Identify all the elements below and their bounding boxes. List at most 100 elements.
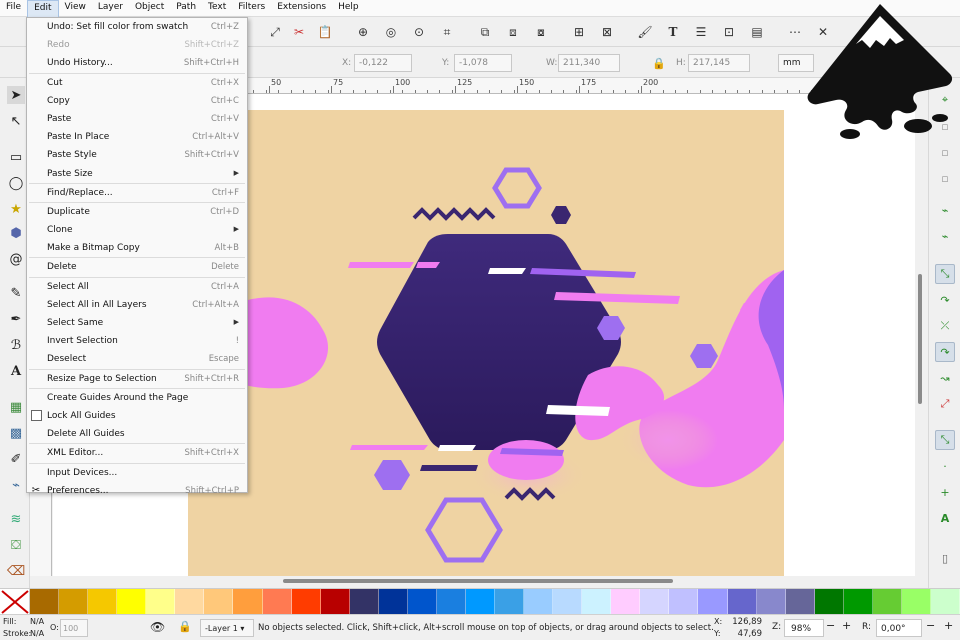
h-field[interactable]: 217,145 <box>688 54 750 72</box>
horizontal-scroll-thumb[interactable] <box>283 579 673 583</box>
snap-others-icon[interactable]: ⤡ <box>935 430 955 450</box>
menu-item-create-guides-around-the-page[interactable]: Create Guides Around the Page <box>27 389 247 407</box>
rotate-minus-icon[interactable]: − <box>926 619 935 632</box>
opacity-field[interactable]: 100 <box>60 619 88 637</box>
w-field[interactable]: 211,340 <box>558 54 620 72</box>
layer-lock-icon[interactable]: 🔒 <box>178 620 192 633</box>
zoom-field[interactable]: 98% <box>784 619 824 637</box>
snap-text-baseline-icon[interactable]: A <box>935 508 955 528</box>
menu-item-preferences[interactable]: ✂ Preferences... Shift+Ctrl+P <box>27 482 247 500</box>
pen-tool-icon[interactable]: ✒ <box>7 310 25 328</box>
rotation-field[interactable]: 0,00° <box>876 619 922 637</box>
color-swatch[interactable] <box>611 589 641 615</box>
ungroup-icon[interactable]: ⊠ <box>598 23 616 41</box>
color-swatch[interactable] <box>436 589 466 615</box>
mesh-tool-icon[interactable]: ▩ <box>7 424 25 442</box>
color-swatch[interactable] <box>291 589 321 615</box>
menu-item-delete-all-guides[interactable]: Delete All Guides <box>27 425 247 443</box>
color-swatch[interactable] <box>88 589 118 615</box>
menu-item-make-a-bitmap-copy[interactable]: Make a Bitmap Copy Alt+B <box>27 239 247 257</box>
menu-item-select-all-in-all-layers[interactable]: Select All in All Layers Ctrl+Alt+A <box>27 296 247 314</box>
menu-object[interactable]: Object <box>129 0 170 17</box>
color-swatch[interactable] <box>378 589 408 615</box>
snap-bbox-midpoint-icon[interactable]: ⌁ <box>935 200 955 220</box>
zoom-plus-icon[interactable]: + <box>842 619 851 632</box>
menu-item-lock-all-guides[interactable]: Lock All Guides <box>27 407 247 425</box>
snap-center-icon[interactable]: · <box>935 456 955 476</box>
snap-paths-icon[interactable]: ↷ <box>935 290 955 310</box>
menu-item-deselect[interactable]: Deselect Escape <box>27 350 247 368</box>
zoom-fit-selection-icon[interactable]: ⊕ <box>354 23 372 41</box>
menu-item-delete[interactable]: Delete Delete <box>27 258 247 276</box>
zoom-width-icon[interactable]: ⌗ <box>438 23 456 41</box>
color-swatch[interactable] <box>843 589 873 615</box>
menu-filters[interactable]: Filters <box>232 0 271 17</box>
menu-extensions[interactable]: Extensions <box>271 0 332 17</box>
menu-item-undo-set-fill-color-from-swatch[interactable]: Undo: Set fill color from swatch Ctrl+Z <box>27 18 247 36</box>
snap-page-border-icon[interactable]: ▯ <box>935 548 955 568</box>
menu-item-paste-style[interactable]: Paste Style Shift+Ctrl+V <box>27 146 247 164</box>
zoom-page-icon[interactable]: ⊙ <box>410 23 428 41</box>
clone-icon[interactable]: ⧈ <box>504 23 522 41</box>
vertical-scroll-thumb[interactable] <box>918 274 922 404</box>
snap-nodes-icon[interactable]: ⤡ <box>935 264 955 284</box>
color-swatch[interactable] <box>117 589 147 615</box>
color-swatch[interactable] <box>146 589 176 615</box>
color-swatch[interactable] <box>553 589 583 615</box>
color-swatch[interactable] <box>175 589 205 615</box>
color-swatch[interactable] <box>233 589 263 615</box>
menu-item-clone[interactable]: Clone ▶ <box>27 221 247 239</box>
snap-cusp-icon[interactable]: ↷ <box>935 342 955 362</box>
color-swatch[interactable] <box>814 589 844 615</box>
snap-bbox-corner-icon[interactable]: ▫ <box>935 168 955 188</box>
color-swatch[interactable] <box>785 589 815 615</box>
menu-item-paste[interactable]: Paste Ctrl+V <box>27 110 247 128</box>
selector-tool-icon[interactable]: ➤ <box>7 86 25 104</box>
snap-midpoint-icon[interactable]: ⤢ <box>935 394 955 414</box>
vertical-scrollbar[interactable] <box>915 94 925 576</box>
menu-item-duplicate[interactable]: Duplicate Ctrl+D <box>27 203 247 221</box>
color-swatch[interactable] <box>582 589 612 615</box>
snap-rotation-center-icon[interactable]: + <box>935 482 955 502</box>
layers-icon[interactable]: ☰ <box>692 23 710 41</box>
color-swatch[interactable] <box>495 589 525 615</box>
menu-item-undo-history[interactable]: Undo History... Shift+Ctrl+H <box>27 54 247 72</box>
color-swatch[interactable] <box>262 589 292 615</box>
ellipse-tool-icon[interactable]: ◯ <box>7 174 25 192</box>
connector-tool-icon[interactable]: ⌁ <box>7 476 25 494</box>
menu-edit[interactable]: Edit <box>27 0 59 17</box>
unlink-clone-icon[interactable]: ⧇ <box>532 23 550 41</box>
calligraphy-tool-icon[interactable]: ℬ <box>7 336 25 354</box>
color-swatch[interactable] <box>669 589 699 615</box>
snap-intersection-icon[interactable]: ⤫ <box>935 316 955 336</box>
color-swatch[interactable] <box>756 589 786 615</box>
menu-help[interactable]: Help <box>332 0 365 17</box>
node-tool-icon[interactable]: ↖ <box>7 112 25 130</box>
group-icon[interactable]: ⊞ <box>570 23 588 41</box>
color-swatch[interactable] <box>524 589 554 615</box>
align-icon[interactable]: ▤ <box>748 23 766 41</box>
spiral-tool-icon[interactable]: @ <box>7 250 25 268</box>
menu-item-input-devices[interactable]: Input Devices... <box>27 464 247 482</box>
zoom-minus-icon[interactable]: − <box>826 619 835 632</box>
no-paint-swatch[interactable] <box>0 589 30 615</box>
color-swatch[interactable] <box>640 589 670 615</box>
fill-stroke-icon[interactable]: 🖌 <box>636 23 654 41</box>
menu-item-select-same[interactable]: Select Same ▶ <box>27 314 247 332</box>
color-swatch[interactable] <box>727 589 757 615</box>
menu-item-paste-size[interactable]: Paste Size ▶ <box>27 165 247 183</box>
eye-icon[interactable]: 👁 <box>150 620 165 634</box>
paint-bucket-icon[interactable]: ⛋ <box>7 536 25 554</box>
color-swatch[interactable] <box>930 589 960 615</box>
color-swatch[interactable] <box>320 589 350 615</box>
color-swatch[interactable] <box>59 589 89 615</box>
text-font-icon[interactable]: T <box>664 23 682 41</box>
color-swatch[interactable] <box>901 589 931 615</box>
snap-smooth-icon[interactable]: ↝ <box>935 368 955 388</box>
dropper-tool-icon[interactable]: ✐ <box>7 450 25 468</box>
pencil-tool-icon[interactable]: ✎ <box>7 284 25 302</box>
menu-item-select-all[interactable]: Select All Ctrl+A <box>27 278 247 296</box>
snap-bbox-center-icon[interactable]: ⌁ <box>935 226 955 246</box>
menu-item-find-replace[interactable]: Find/Replace... Ctrl+F <box>27 184 247 202</box>
menu-item-copy[interactable]: Copy Ctrl+C <box>27 92 247 110</box>
